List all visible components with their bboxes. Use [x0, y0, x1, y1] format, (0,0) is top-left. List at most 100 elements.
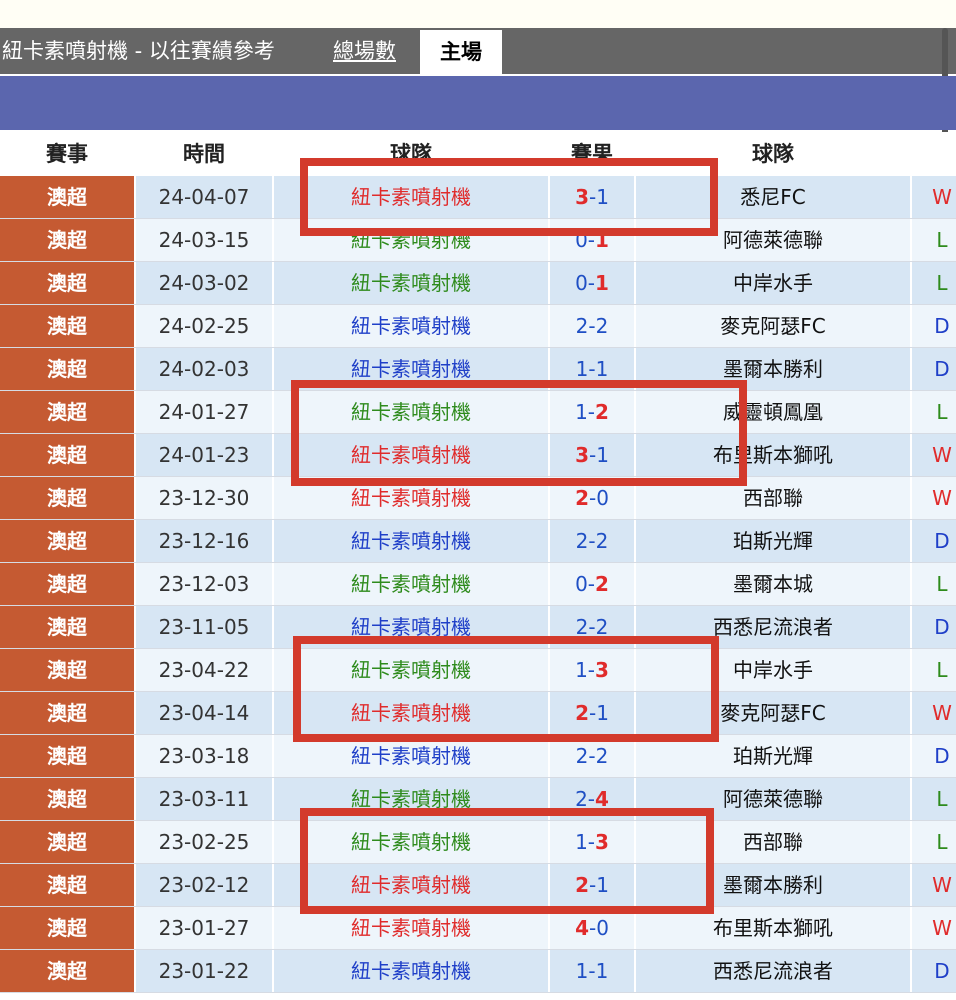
home-team-cell[interactable]: 紐卡素噴射機	[274, 520, 548, 562]
home-score: 2	[575, 486, 589, 510]
competition-cell[interactable]: 澳超	[0, 348, 134, 390]
date-cell: 23-12-30	[158, 486, 250, 510]
table-row[interactable]: 澳超 23-12-03 紐卡素噴射機 0-2 墨爾本城 L	[0, 563, 956, 606]
header-competition: 賽事	[46, 142, 88, 166]
competition-cell[interactable]: 澳超	[0, 262, 134, 304]
date-cell: 24-01-27	[158, 400, 250, 424]
column-divider	[910, 907, 912, 949]
column-divider	[910, 950, 912, 992]
column-divider	[910, 735, 912, 777]
home-team-cell[interactable]: 紐卡素噴射機	[274, 563, 548, 605]
date-cell: 24-04-07	[158, 185, 250, 209]
score-cell[interactable]: 1-1	[550, 950, 634, 992]
table-row[interactable]: 澳超 23-01-22 紐卡素噴射機 1-1 西悉尼流浪者 D	[0, 950, 956, 993]
home-team-cell[interactable]: 紐卡素噴射機	[274, 262, 548, 304]
competition-cell[interactable]: 澳超	[0, 391, 134, 433]
header-time: 時間	[183, 142, 225, 166]
date-cell: 23-02-25	[158, 830, 250, 854]
competition-cell[interactable]: 澳超	[0, 735, 134, 777]
column-divider	[134, 692, 136, 734]
competition-cell[interactable]: 澳超	[0, 563, 134, 605]
column-divider	[272, 219, 274, 261]
date-cell: 24-01-23	[158, 443, 250, 467]
away-team-cell[interactable]: 麥克阿瑟FC	[636, 305, 910, 347]
column-divider	[910, 262, 912, 304]
result-cell: L	[936, 830, 948, 854]
column-divider	[910, 305, 912, 347]
competition-cell[interactable]: 澳超	[0, 778, 134, 820]
competition-cell[interactable]: 澳超	[0, 864, 134, 906]
away-team-cell[interactable]: 墨爾本城	[636, 563, 910, 605]
home-score: 4	[575, 916, 589, 940]
column-divider	[134, 821, 136, 863]
column-divider	[272, 262, 274, 304]
column-divider	[910, 864, 912, 906]
result-cell: D	[934, 314, 950, 338]
competition-cell[interactable]: 澳超	[0, 520, 134, 562]
score-cell[interactable]: 2-2	[550, 520, 634, 562]
competition-cell[interactable]: 澳超	[0, 477, 134, 519]
score-cell[interactable]: 0-2	[550, 563, 634, 605]
score-cell[interactable]: 0-1	[550, 262, 634, 304]
result-cell: D	[934, 744, 950, 768]
competition-cell[interactable]: 澳超	[0, 950, 134, 992]
score-cell[interactable]: 2-2	[550, 305, 634, 347]
competition-cell[interactable]: 澳超	[0, 692, 134, 734]
result-cell: L	[936, 658, 948, 682]
competition-cell[interactable]: 澳超	[0, 434, 134, 476]
highlight-box	[300, 808, 714, 914]
competition-cell[interactable]: 澳超	[0, 176, 134, 218]
table-row[interactable]: 澳超 23-12-16 紐卡素噴射機 2-2 珀斯光輝 D	[0, 520, 956, 563]
column-divider	[272, 907, 274, 949]
result-cell: W	[932, 873, 952, 897]
column-divider	[272, 176, 274, 218]
competition-cell[interactable]: 澳超	[0, 649, 134, 691]
home-score: 0	[575, 271, 588, 295]
column-divider	[548, 950, 550, 992]
score-dash: -	[587, 271, 596, 295]
section-band	[0, 76, 956, 130]
competition-cell[interactable]: 澳超	[0, 606, 134, 648]
result-cell: L	[936, 271, 948, 295]
tab-home-matches[interactable]: 主場	[420, 30, 502, 74]
result-cell: W	[932, 701, 952, 725]
result-cell: L	[936, 787, 948, 811]
tab-bar: 紐卡素噴射機 - 以往賽績參考 總場數 主場	[0, 28, 956, 178]
date-cell: 24-03-15	[158, 228, 250, 252]
score-dash: -	[588, 314, 596, 338]
competition-cell[interactable]: 澳超	[0, 907, 134, 949]
competition-cell[interactable]: 澳超	[0, 219, 134, 261]
column-divider	[548, 520, 550, 562]
score-dash: -	[587, 572, 596, 596]
highlight-box	[291, 380, 747, 486]
away-team-cell[interactable]: 西悉尼流浪者	[636, 950, 910, 992]
result-cell: D	[934, 615, 950, 639]
table-row[interactable]: 澳超 24-02-25 紐卡素噴射機 2-2 麥克阿瑟FC D	[0, 305, 956, 348]
column-divider	[272, 391, 274, 433]
column-divider	[134, 606, 136, 648]
home-team-cell[interactable]: 紐卡素噴射機	[274, 305, 548, 347]
column-divider	[272, 434, 274, 476]
date-cell: 23-12-03	[158, 572, 250, 596]
home-team-cell[interactable]: 紐卡素噴射機	[274, 950, 548, 992]
column-divider	[134, 907, 136, 949]
score-dash: -	[588, 744, 596, 768]
column-divider	[634, 262, 636, 304]
column-divider	[134, 391, 136, 433]
away-score: 2	[595, 744, 609, 768]
column-divider	[134, 477, 136, 519]
column-divider	[910, 606, 912, 648]
table-row[interactable]: 澳超 24-03-02 紐卡素噴射機 0-1 中岸水手 L	[0, 262, 956, 305]
column-divider	[134, 649, 136, 691]
competition-cell[interactable]: 澳超	[0, 305, 134, 347]
column-divider	[134, 864, 136, 906]
result-cell: D	[934, 959, 950, 983]
competition-cell[interactable]: 澳超	[0, 821, 134, 863]
column-divider	[910, 821, 912, 863]
column-divider	[548, 563, 550, 605]
away-team-cell[interactable]: 中岸水手	[636, 262, 910, 304]
tab-total-matches[interactable]: 總場數	[333, 28, 396, 74]
column-divider	[134, 219, 136, 261]
away-team-cell[interactable]: 珀斯光輝	[636, 520, 910, 562]
date-cell: 23-12-16	[158, 529, 250, 553]
